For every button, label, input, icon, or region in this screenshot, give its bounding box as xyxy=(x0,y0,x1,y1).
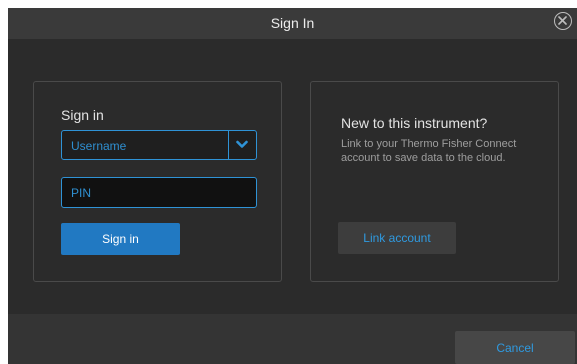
sign-in-heading: Sign in xyxy=(61,107,104,123)
link-account-button[interactable]: Link account xyxy=(338,222,456,254)
close-button[interactable] xyxy=(554,12,572,30)
sign-in-dialog: Sign In Sign in Username Sign in New to … xyxy=(8,8,577,364)
select-divider xyxy=(228,131,229,159)
cancel-button[interactable]: Cancel xyxy=(455,331,575,364)
username-select-value: Username xyxy=(71,139,127,153)
link-account-panel: New to this instrument? Link to your The… xyxy=(310,81,559,282)
chevron-down-icon[interactable] xyxy=(236,140,248,149)
sign-in-panel: Sign in Username Sign in xyxy=(33,81,282,282)
pin-input[interactable] xyxy=(61,177,257,208)
link-description: Link to your Thermo Fisher Connect accou… xyxy=(341,138,517,164)
title-bar: Sign In xyxy=(8,8,577,39)
close-icon xyxy=(558,16,567,25)
new-instrument-heading: New to this instrument? xyxy=(341,115,488,131)
dialog-title: Sign In xyxy=(270,15,315,31)
dialog-footer: Cancel xyxy=(8,314,577,364)
sign-in-button[interactable]: Sign in xyxy=(61,223,180,255)
username-select[interactable]: Username xyxy=(61,130,257,160)
